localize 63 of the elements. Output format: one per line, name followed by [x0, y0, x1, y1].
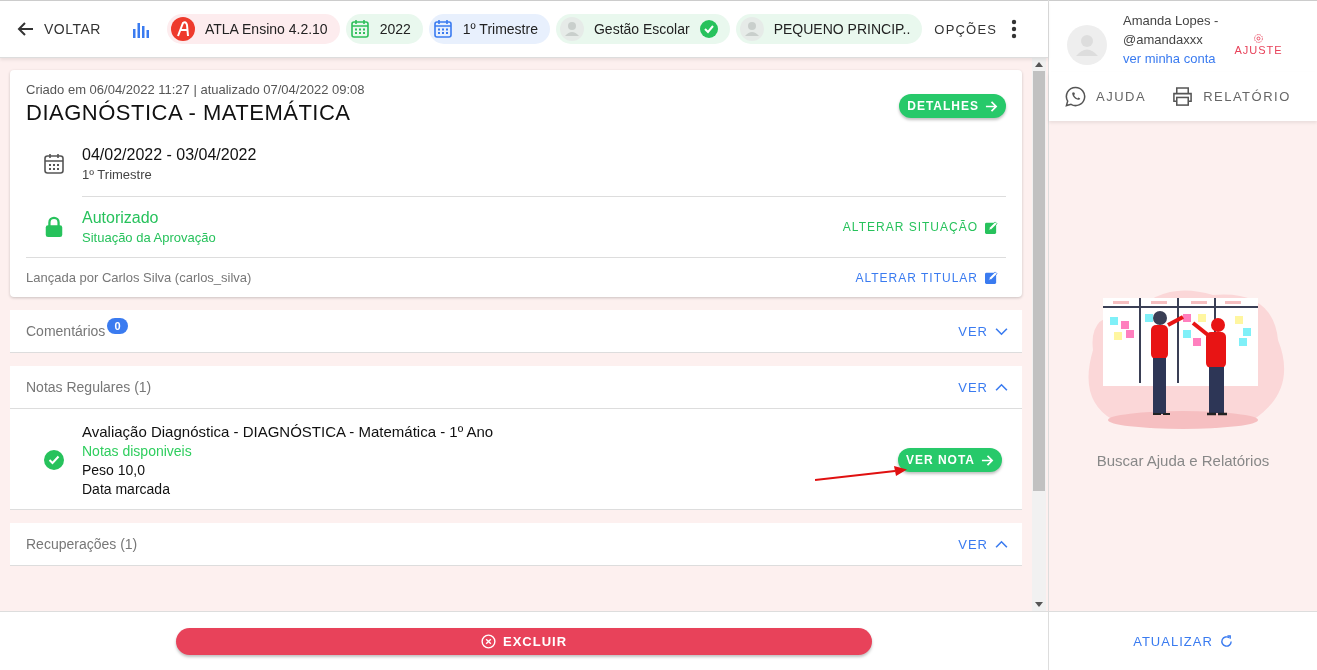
assessment-date: Data marcada — [82, 481, 170, 497]
user-handle: @amandaxxx — [1123, 32, 1203, 47]
filter-chip[interactable]: Gestão Escolar — [555, 14, 730, 44]
filter-chip[interactable]: 2022 — [345, 14, 423, 44]
settings-button[interactable]: AJUSTE — [1234, 33, 1283, 56]
calendar-icon — [432, 19, 453, 39]
help-caption: Buscar Ajuda e Relatórios — [1096, 452, 1270, 469]
gear-icon — [1253, 33, 1264, 44]
toggle-link[interactable]: VER — [958, 323, 1008, 339]
edit-icon — [985, 220, 998, 234]
cancel-icon — [480, 633, 496, 649]
toggle-link[interactable]: VER — [958, 379, 1008, 395]
change-status-link[interactable]: ALTERAR SITUAÇÃO — [842, 220, 998, 234]
status-title: Autorizado — [82, 209, 159, 227]
filter-chip[interactable]: PEQUENO PRINCIP.. — [735, 14, 923, 44]
side-tab[interactable]: AJUDA — [1065, 86, 1147, 107]
arrow-right-icon — [985, 99, 998, 113]
more-icon[interactable] — [1011, 19, 1018, 39]
period-dates: 04/02/2022 - 03/04/2022 — [82, 146, 257, 164]
assessment-title: Avaliação Diagnóstica - DIAGNÓSTICA - Matemática - 1º Ano — [82, 423, 494, 440]
printer-icon — [1172, 86, 1194, 107]
user-name: Amanda Lopes - — [1123, 13, 1219, 28]
user-icon — [739, 17, 764, 41]
scrollbar-thumb[interactable] — [1033, 71, 1045, 491]
check-icon — [699, 20, 718, 38]
section-title: Recuperações (1) — [26, 536, 138, 552]
bar-chart-icon[interactable] — [132, 20, 149, 38]
side-tab[interactable]: RELATÓRIO — [1172, 86, 1291, 107]
view-grade-button[interactable]: VER NOTA — [897, 448, 1002, 472]
owner-text: Lançada por Carlos Silva (carlos_silva) — [26, 270, 253, 285]
chevron-up-icon — [995, 382, 1008, 392]
toggle-link[interactable]: VER — [958, 536, 1008, 552]
chevron-up-icon — [995, 539, 1008, 549]
calendar-icon — [349, 19, 370, 39]
change-owner-link[interactable]: ALTERAR TITULAR — [855, 270, 998, 285]
chat-phone-icon — [1065, 86, 1086, 107]
assessment-weight: Peso 10,0 — [82, 462, 146, 478]
account-link[interactable]: ver minha conta — [1123, 51, 1216, 66]
arrow-right-icon — [981, 453, 994, 467]
options-button[interactable]: OPÇÕES — [934, 21, 998, 37]
chevron-down-icon — [995, 326, 1008, 336]
avatar-icon — [1067, 25, 1107, 65]
back-button[interactable]: VOLTAR — [16, 19, 101, 39]
details-button[interactable]: DETALHES — [899, 94, 1006, 118]
scroll-down-icon[interactable] — [1035, 602, 1043, 607]
status-subtitle: Situação da Aprovação — [82, 230, 216, 245]
count-badge: 0 — [107, 318, 128, 334]
refresh-icon — [1219, 634, 1233, 648]
page-title: DIAGNÓSTICA - MATEMÁTICA — [26, 100, 352, 126]
section-title: Comentários — [26, 323, 106, 339]
filter-chip[interactable]: 1º Trimestre — [428, 14, 550, 44]
scrollbar[interactable] — [1032, 58, 1046, 611]
delete-button[interactable]: EXCLUIR — [176, 627, 872, 655]
meta-text: Criado em 06/04/2022 11:27 | atualizado 07/04/2022 09:08 — [26, 82, 366, 97]
edit-icon — [985, 271, 998, 284]
period-term: 1º Trimestre — [82, 167, 152, 182]
section-title: Notas Regulares (1) — [26, 379, 152, 395]
scroll-up-icon[interactable] — [1035, 62, 1043, 67]
refresh-button[interactable]: ATUALIZAR — [1133, 633, 1233, 649]
assessment-status: Notas disponiveis — [82, 443, 192, 459]
logo-icon — [170, 17, 195, 41]
user-icon — [559, 17, 584, 41]
filter-chip[interactable]: ATLA Ensino 4.2.10 — [166, 14, 340, 44]
